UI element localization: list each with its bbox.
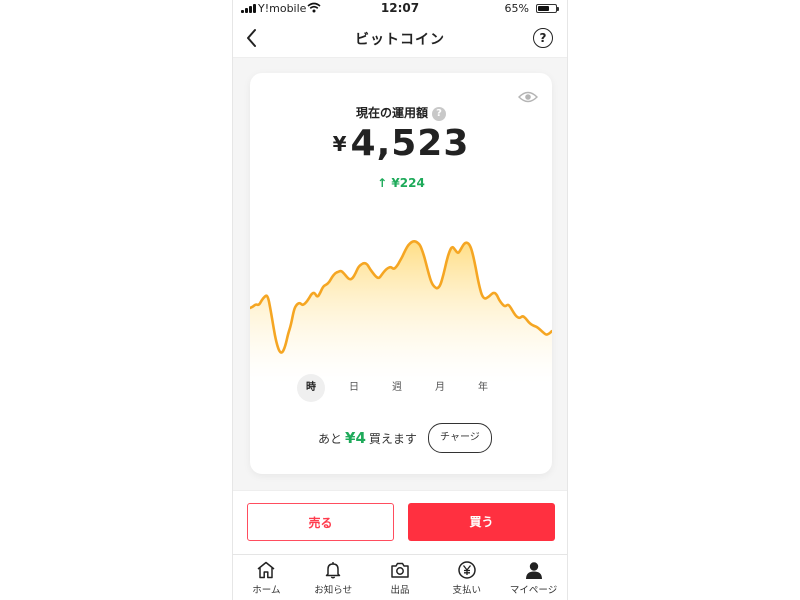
eye-icon[interactable] [518,90,538,104]
currency-symbol: ¥ [332,132,347,156]
charge-button[interactable]: チャージ [427,423,492,453]
balance-card: 現在の運用額? ¥4,523 ↑ ¥224 時 日 週 月 年 あと ¥4 買え… [250,73,552,474]
user-icon [525,562,542,579]
buy-more-row: あと ¥4 買えます チャージ [318,423,492,453]
tab-sell[interactable]: 出品 [367,555,434,600]
balance-amount: ¥4,523 [250,123,552,164]
info-icon[interactable]: ? [432,107,446,121]
balance-label: 現在の運用額 [355,106,428,120]
buy-more-prefix: あと [318,431,343,446]
main-content: 現在の運用額? ¥4,523 ↑ ¥224 時 日 週 月 年 あと ¥4 買え… [233,58,567,490]
camera-icon [391,562,409,578]
price-chart [250,240,552,383]
tab-notifications-label: お知らせ [314,585,353,596]
balance-value: 4,523 [350,123,470,164]
tab-payment-label: 支払い [452,585,482,596]
action-bar: 売る 買う [233,490,567,555]
change-value: ¥224 [391,176,425,190]
balance-change: ↑ ¥224 [250,176,552,190]
buy-more-suffix: 買えます [368,431,417,446]
buy-more-amount: ¥4 [345,429,366,447]
tab-mypage-label: マイページ [509,585,558,596]
up-arrow-icon: ↑ [377,176,388,190]
tab-bar: ホーム お知らせ 出品 支払い マイページ [233,554,567,600]
period-day[interactable]: 日 [340,374,368,402]
period-selector: 時 日 週 月 年 [297,374,497,402]
buy-button[interactable]: 買う [408,503,555,541]
period-hour[interactable]: 時 [297,374,325,402]
tab-mypage[interactable]: マイページ [500,555,567,600]
bell-icon [325,562,341,579]
sell-button[interactable]: 売る [247,503,394,541]
period-month[interactable]: 月 [426,374,454,402]
battery-percent: 65% [504,2,529,15]
tab-payment[interactable]: 支払い [433,555,500,600]
chart-area [250,241,552,383]
period-year[interactable]: 年 [469,374,497,402]
tab-sell-label: 出品 [390,585,410,596]
tab-notifications[interactable]: お知らせ [300,555,367,600]
tab-home-label: ホーム [252,585,281,596]
home-icon [257,561,275,579]
nav-bar: ビットコイン ? [233,20,567,58]
balance-label-row: 現在の運用額? [250,104,552,121]
status-bar: Y!mobile 12:07 65% [233,0,567,18]
battery-icon [536,4,559,13]
app-screen: Y!mobile 12:07 65% ビットコイン ? 現在の運用額? ¥ 4,… [232,0,568,600]
yen-icon [458,561,476,579]
help-button[interactable]: ? [533,28,553,48]
period-week[interactable]: 週 [383,374,411,402]
page-title: ビットコイン [355,32,445,48]
tab-home[interactable]: ホーム [233,555,300,600]
